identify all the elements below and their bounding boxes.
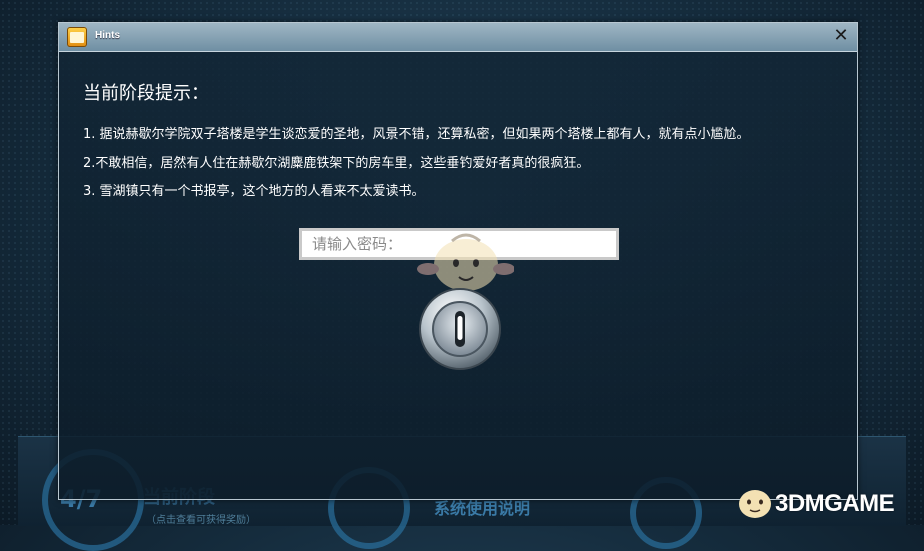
hint-item: 1. 据说赫歇尔学院双子塔楼是学生谈恋爱的圣地，风景不错，还算私密，但如果两个塔… bbox=[83, 127, 750, 142]
hint-item: 3. 雪湖镇只有一个书报亭，这个地方的人看来不太爱读书。 bbox=[83, 184, 425, 199]
hints-dialog: Hints ✕ 当前阶段提示： 1. 据说赫歇尔学院双子塔楼是学生谈恋爱的圣地，… bbox=[58, 22, 858, 500]
watermark: 3DMGAME bbox=[735, 480, 920, 525]
watermark-mascot-icon bbox=[739, 490, 771, 518]
close-icon[interactable]: ✕ bbox=[831, 26, 851, 46]
lock-icon[interactable] bbox=[418, 287, 502, 371]
stage-note: （点击查看可获得奖励） bbox=[146, 515, 256, 526]
hints-heading: 当前阶段提示： bbox=[83, 83, 209, 104]
hint-item: 2.不敢相信，居然有人住在赫歇尔湖麋鹿铁架下的房车里，这些垂钓爱好者真的很疯狂。 bbox=[83, 156, 590, 171]
watermark-text: 3DMGAME bbox=[775, 490, 895, 517]
window-title: Hints bbox=[95, 30, 120, 41]
hints-app-icon bbox=[67, 27, 87, 47]
title-bar[interactable]: Hints ✕ bbox=[59, 23, 857, 52]
